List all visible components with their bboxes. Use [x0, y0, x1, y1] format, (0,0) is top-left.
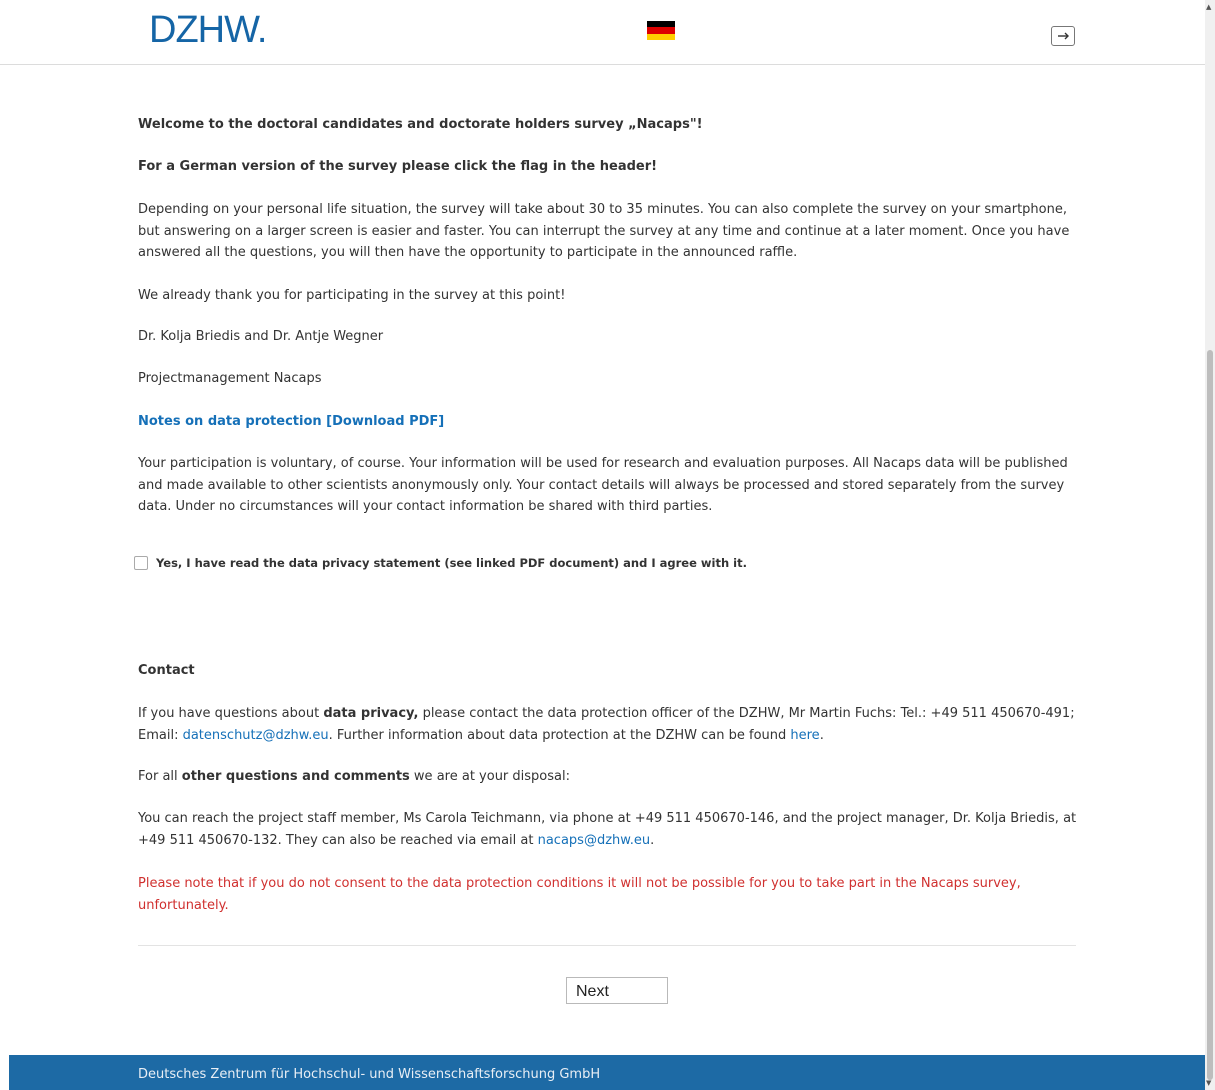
dzhw-logo[interactable]: DZHW. [149, 10, 267, 50]
participation-text: Your participation is voluntary, of cour… [138, 456, 1068, 514]
scroll-up-arrow-icon[interactable]: ▲ [1206, 3, 1211, 11]
other-text-bold: other questions and comments [181, 769, 410, 784]
german-version-hint: For a German version of the survey pleas… [138, 159, 658, 174]
next-button[interactable]: Next [566, 977, 668, 1004]
reach-text-end: . [650, 832, 655, 848]
other-questions-text: For all other questions and comments we … [138, 766, 570, 788]
vertical-scrollbar[interactable]: ▲ ▼ [1205, 0, 1215, 1090]
german-flag-icon[interactable] [647, 21, 675, 40]
project-management-text: Projectmanagement Nacaps [138, 371, 322, 386]
divider [138, 945, 1076, 946]
contact-heading: Contact [138, 663, 195, 678]
other-text-start: For all [138, 769, 182, 784]
privacy-email-link[interactable]: datenschutz@dzhw.eu [183, 728, 329, 743]
privacy-text-start: If you have questions about [138, 706, 324, 721]
welcome-heading: Welcome to the doctoral candidates and d… [138, 117, 703, 132]
signature-names: Dr. Kolja Briedis and Dr. Antje Wegner [138, 329, 384, 344]
consent-checkbox[interactable] [134, 556, 148, 570]
nacaps-email-link[interactable]: nacaps@dzhw.eu [538, 833, 650, 848]
footer-text: Deutsches Zentrum für Hochschul- und Wis… [138, 1067, 601, 1082]
scroll-down-arrow-icon[interactable]: ▼ [1206, 1079, 1211, 1087]
consent-warning-text: Please note that if you do not consent t… [138, 876, 1021, 913]
survey-duration-text: Depending on your personal life situatio… [138, 202, 1070, 260]
privacy-text-post: . Further information about data protect… [328, 727, 791, 743]
project-staff-contact-text: You can reach the project staff member, … [138, 808, 1078, 851]
page-footer: Deutsches Zentrum für Hochschul- und Wis… [9, 1055, 1205, 1090]
privacy-text-bold: data privacy, [323, 706, 419, 721]
privacy-text-end: . [819, 727, 824, 743]
consent-option[interactable]: Yes, I have read the data privacy statem… [134, 556, 747, 570]
privacy-info-here-link[interactable]: here [790, 728, 819, 743]
page-header: DZHW. [0, 0, 1205, 65]
logout-icon[interactable] [1051, 26, 1075, 46]
thanks-text: We already thank you for participating i… [138, 288, 566, 303]
scrollbar-thumb[interactable] [1207, 350, 1213, 1080]
privacy-contact-text: If you have questions about data privacy… [138, 703, 1078, 746]
data-protection-pdf-link[interactable]: Notes on data protection [Download PDF] [138, 414, 444, 429]
consent-label: Yes, I have read the data privacy statem… [156, 556, 747, 570]
other-text-end: we are at your disposal: [409, 769, 570, 784]
